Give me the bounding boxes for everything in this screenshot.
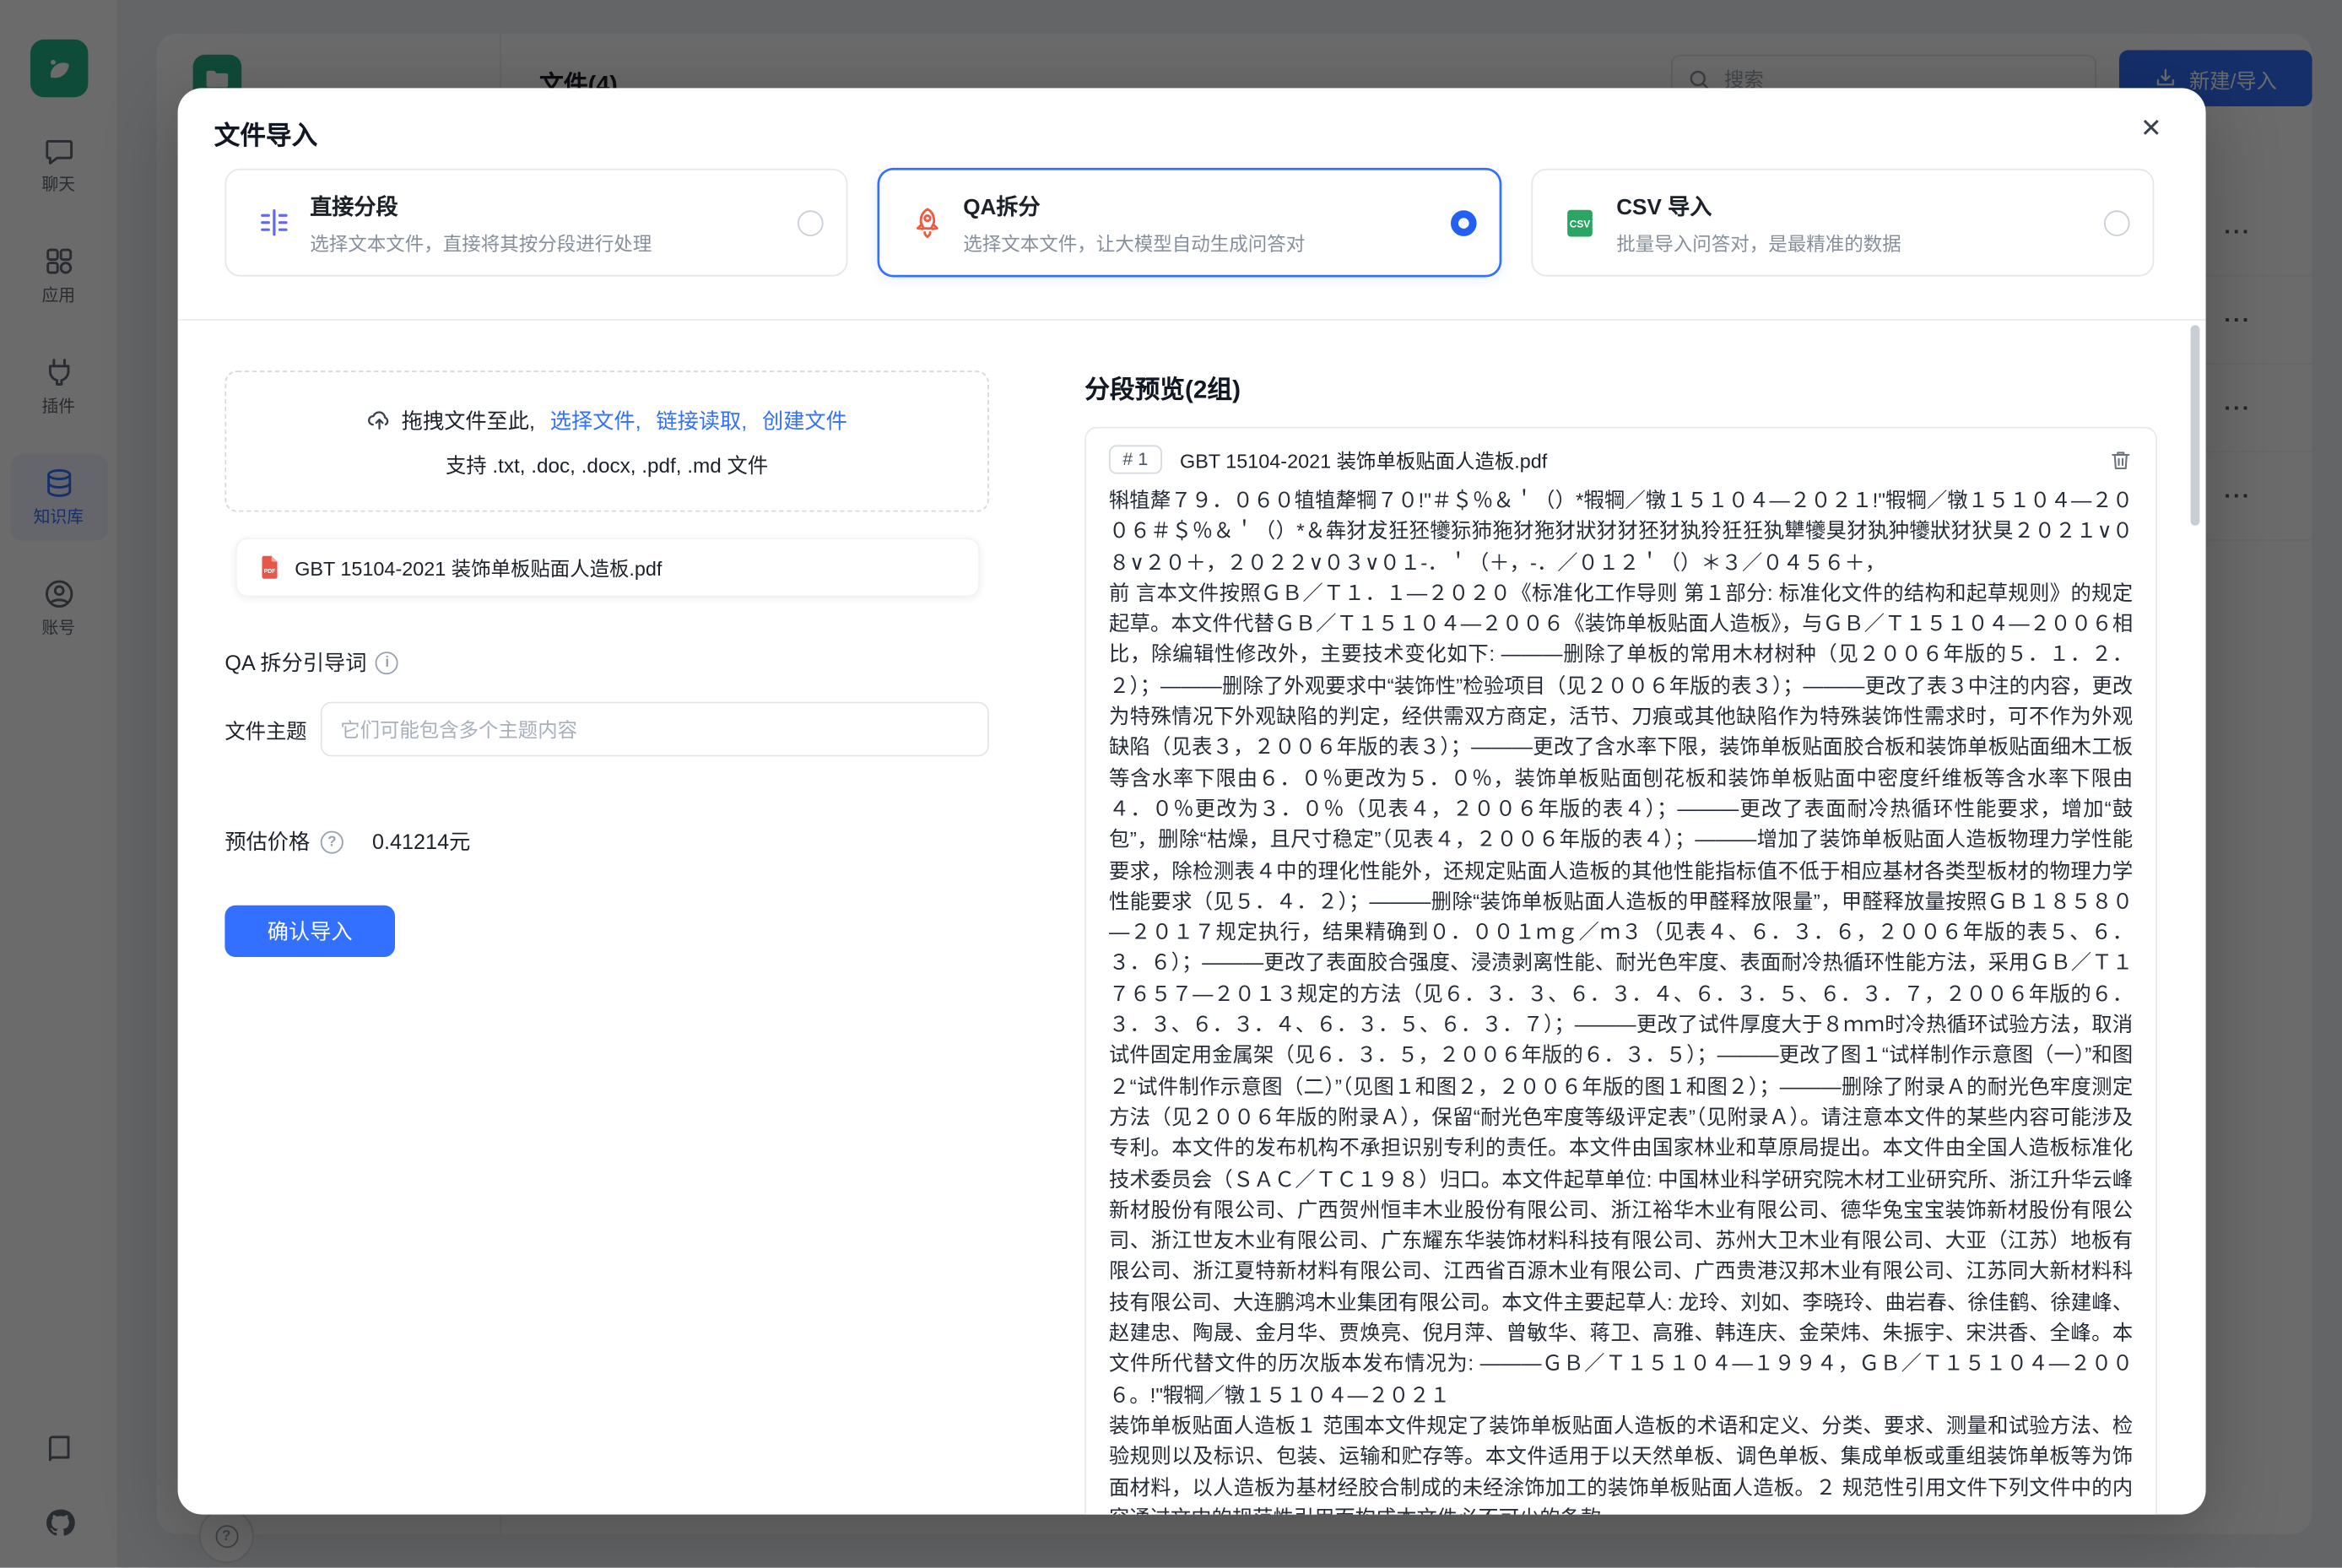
mode-desc: 选择文本文件，直接将其按分段进行处理 bbox=[310, 227, 652, 256]
segment-icon bbox=[254, 205, 294, 240]
mode-desc: 选择文本文件，让大模型自动生成问答对 bbox=[963, 227, 1305, 256]
topic-label: 文件主题 bbox=[224, 714, 320, 744]
mode-card-direct-segment[interactable]: 直接分段 选择文本文件，直接将其按分段进行处理 bbox=[224, 169, 847, 277]
radio-qa-split[interactable] bbox=[1451, 209, 1477, 235]
mode-texts: CSV 导入 批量导入问答对，是最精准的数据 bbox=[1616, 189, 1901, 256]
delete-chunk-icon[interactable] bbox=[2108, 447, 2133, 472]
confirm-import-button[interactable]: 确认导入 bbox=[224, 906, 395, 957]
file-dropzone[interactable]: 拖拽文件至此, 选择文件, 链接读取, 创建文件 支持 .txt, .doc, … bbox=[224, 370, 988, 511]
price-value: 0.41214元 bbox=[372, 826, 470, 857]
mode-title: 直接分段 bbox=[310, 189, 652, 221]
mode-title: QA拆分 bbox=[963, 189, 1305, 221]
file-topic-row: 文件主题 bbox=[224, 702, 988, 757]
uploaded-file-name: GBT 15104-2021 装饰单板贴面人造板.pdf bbox=[295, 553, 662, 581]
dropzone-text: 拖拽文件至此, bbox=[402, 405, 541, 435]
uploaded-file-item[interactable]: PDF GBT 15104-2021 装饰单板贴面人造板.pdf bbox=[235, 538, 980, 597]
dropzone-line1: 拖拽文件至此, 选择文件, 链接读取, 创建文件 bbox=[366, 405, 846, 435]
mode-title: CSV 导入 bbox=[1616, 189, 1901, 221]
price-label: 预估价格 bbox=[224, 826, 310, 857]
topic-input[interactable] bbox=[321, 702, 989, 757]
rocket-icon bbox=[907, 205, 947, 240]
dropzone-support-text: 支持 .txt, .doc, .docx, .pdf, .md 文件 bbox=[446, 447, 768, 478]
chunk-paragraph: 前 言本文件按照ＧＢ／Ｔ１．１—２０２０《标准化工作导则 第１部分: 标准化文件… bbox=[1109, 579, 2133, 1411]
modal-scrollbar[interactable] bbox=[2191, 325, 2200, 526]
radio-direct-segment[interactable] bbox=[798, 209, 824, 235]
modal-title: 文件导入 bbox=[214, 114, 317, 152]
segment-preview-title: 分段预览(2组) bbox=[1084, 369, 1241, 405]
estimated-price-row: 预估价格 ? 0.41214元 bbox=[224, 826, 470, 857]
mode-texts: 直接分段 选择文本文件，直接将其按分段进行处理 bbox=[310, 189, 652, 256]
price-help-icon[interactable]: ? bbox=[321, 830, 343, 853]
chunk-text: 犐犆犛７９．０６０犆犆犛犅７０!"＃＄％＆＇（）*犌犅／犜１５１０４—２０２１!… bbox=[1109, 486, 2133, 1515]
import-mode-selector: 直接分段 选择文本文件，直接将其按分段进行处理 bbox=[224, 169, 2154, 277]
link-read-link[interactable]: 链接读取, bbox=[656, 405, 753, 435]
screen: 聊天 应用 bbox=[0, 0, 2342, 1568]
create-file-link[interactable]: 创建文件 bbox=[762, 405, 847, 435]
upload-cloud-icon bbox=[366, 407, 392, 433]
modal-divider bbox=[178, 319, 2206, 321]
select-file-link[interactable]: 选择文件, bbox=[550, 405, 647, 435]
chunk-header: # 1 GBT 15104-2021 装饰单板贴面人造板.pdf bbox=[1109, 445, 2133, 473]
chunk-index-badge: # 1 bbox=[1109, 445, 1161, 473]
chunk-paragraph: 装饰单板贴面人造板１ 范围本文件规定了装饰单板贴面人造板的术语和定义、分类、要求… bbox=[1109, 1411, 2133, 1515]
file-import-modal: 文件导入 ✕ 直接分段 选择文本文件，直接将其按分段进行处理 bbox=[178, 88, 2206, 1514]
chunk-paragraph: 犐犆犛７９．０６０犆犆犛犅７０!"＃＄％＆＇（）*犌犅／犜１５１０４—２０２１!… bbox=[1109, 486, 2133, 579]
mode-texts: QA拆分 选择文本文件，让大模型自动生成问答对 bbox=[963, 189, 1305, 256]
svg-text:CSV: CSV bbox=[1570, 218, 1590, 230]
csv-file-icon: CSV bbox=[1560, 206, 1600, 240]
pdf-file-icon: PDF bbox=[258, 554, 281, 581]
chunk-file-name: GBT 15104-2021 装饰单板贴面人造板.pdf bbox=[1180, 445, 1547, 473]
mode-desc: 批量导入问答对，是最精准的数据 bbox=[1616, 227, 1901, 256]
preview-chunk-card: # 1 GBT 15104-2021 装饰单板贴面人造板.pdf 犐犆犛７９．０… bbox=[1084, 427, 2157, 1515]
close-icon[interactable]: ✕ bbox=[2130, 108, 2172, 150]
mode-card-qa-split[interactable]: QA拆分 选择文本文件，让大模型自动生成问答对 bbox=[878, 169, 1501, 277]
mode-card-csv-import[interactable]: CSV CSV 导入 批量导入问答对，是最精准的数据 bbox=[1531, 169, 2154, 277]
qa-prompt-row: QA 拆分引导词 i bbox=[224, 647, 398, 678]
radio-csv-import[interactable] bbox=[2104, 209, 2130, 235]
info-icon[interactable]: i bbox=[376, 651, 398, 673]
qa-prompt-label: QA 拆分引导词 bbox=[224, 647, 366, 678]
svg-text:PDF: PDF bbox=[264, 569, 276, 575]
